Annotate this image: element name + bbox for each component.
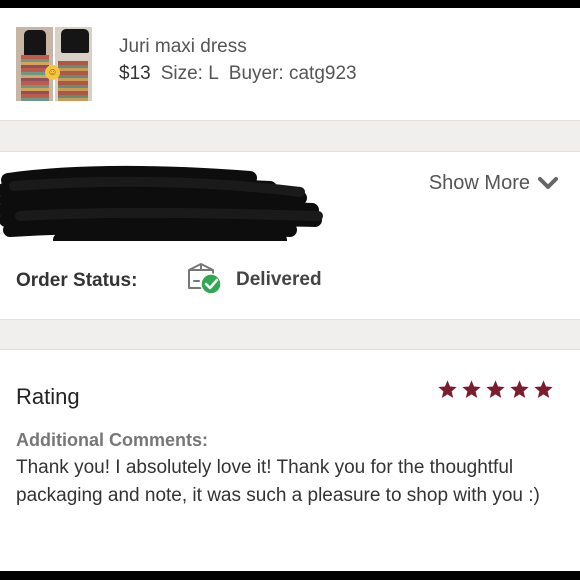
item-thumbnail-collage[interactable]: ☺ [16,27,92,101]
star-rating [437,379,554,400]
chevron-down-icon [538,176,558,189]
item-photo [55,27,92,101]
star-icon [510,380,529,398]
star-icon [462,380,481,398]
star-icon [486,380,505,398]
order-status-section: Order Status: Delivered [0,241,580,319]
item-photo [16,27,53,101]
buyer-comment: Thank you! I absolutely love it! Thank y… [16,457,540,506]
item-size: Size: L [160,63,219,84]
buyer-username: Buyer: catg923 [228,63,357,84]
item-title: Juri maxi dress [119,36,247,57]
pricing-section: Pricing & Earning Info Your Earnings: $1… [0,152,580,247]
delivered-box-icon [188,263,222,295]
star-icon [534,380,553,398]
smiley-emoji-icon: ☺ [45,65,60,80]
order-item-header[interactable]: ☺ Juri maxi dress $13 Size: L Buyer: catg9… [0,8,580,120]
item-meta: $13 Size: L Buyer: catg923 [119,63,357,85]
show-more-button[interactable]: Show More [429,172,558,195]
order-status-label: Order Status: [16,270,138,291]
comments-label: Additional Comments: [16,430,208,450]
section-divider [0,120,580,152]
section-divider [0,319,580,350]
show-more-label: Show More [428,172,530,194]
rating-title: Rating [16,384,80,409]
order-status-value: Delivered [236,269,322,290]
star-icon [438,380,457,398]
order-details-page: ☺ Juri maxi dress $13 Size: L Buyer: catg9… [0,8,580,571]
redaction-scribble [0,166,323,247]
item-price: $13 [119,63,151,84]
rating-section: Rating Additional Comments: Thank you! I… [0,350,580,571]
